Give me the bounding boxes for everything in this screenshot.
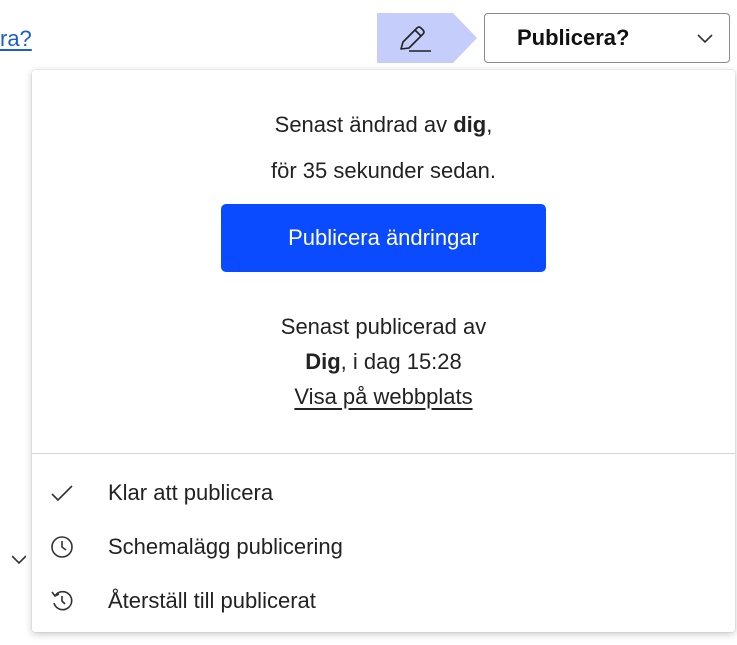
- menu-item-restore-to-published[interactable]: Återställ till publicerat: [32, 578, 735, 624]
- chevron-down-icon: [697, 34, 713, 44]
- menu-item-label: Återställ till publicerat: [108, 588, 316, 613]
- edit-button[interactable]: [377, 13, 477, 63]
- pencil-icon: [400, 26, 431, 52]
- checkmark-icon: [51, 485, 73, 502]
- publish-dropdown-panel: Senast ändrad av dig, för 35 sekunder se…: [32, 70, 735, 632]
- publish-changes-button[interactable]: Publicera ändringar: [221, 204, 546, 272]
- last-published-time: , i dag 15:28: [340, 349, 462, 374]
- last-published-user: Dig: [305, 349, 341, 374]
- last-changed-prefix: Senast ändrad av: [274, 112, 454, 137]
- page: ra? Publicera? Senast ändrad av dig, för…: [0, 0, 737, 645]
- history-icon: [51, 590, 73, 611]
- divider: [32, 453, 735, 454]
- last-changed-suffix: ,: [486, 112, 493, 137]
- publish-dropdown-label: Publicera?: [517, 25, 630, 50]
- clock-icon: [51, 536, 73, 558]
- last-published-line: Dig, i dag 15:28: [32, 349, 735, 375]
- last-changed-time: för 35 sekunder sedan.: [270, 158, 497, 183]
- publish-dropdown-button[interactable]: Publicera?: [484, 13, 730, 63]
- background-chevron-icon: [12, 555, 26, 565]
- last-changed-line: Senast ändrad av dig,: [32, 112, 735, 138]
- menu-item-label: Schemalägg publicering: [108, 534, 343, 559]
- last-published-label: Senast publicerad av: [280, 314, 487, 339]
- view-on-site-link[interactable]: Visa på webbplats: [294, 384, 472, 409]
- menu-item-schedule-publishing[interactable]: Schemalägg publicering: [32, 524, 735, 570]
- view-on-site-container: Visa på webbplats: [32, 384, 735, 410]
- last-changed-user: dig: [453, 112, 487, 137]
- menu-item-label: Klar att publicera: [108, 480, 274, 505]
- background-link[interactable]: ra?: [0, 26, 32, 52]
- menu-item-ready-to-publish[interactable]: Klar att publicera: [32, 470, 735, 516]
